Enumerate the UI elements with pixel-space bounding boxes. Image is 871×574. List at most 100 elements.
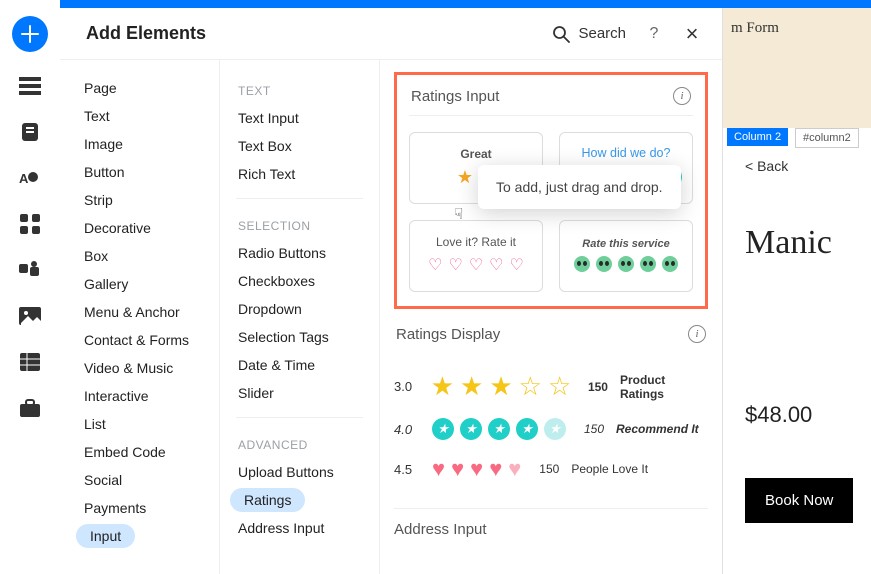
sub-text-box[interactable]: Text Box: [220, 132, 379, 160]
cat-input[interactable]: Input: [76, 524, 135, 548]
cat-page[interactable]: Page: [60, 74, 219, 102]
rating-count: 150: [533, 462, 559, 476]
address-input-title: Address Input: [394, 508, 708, 538]
column-tag[interactable]: Column 2: [727, 128, 788, 146]
book-now-button[interactable]: Book Now: [745, 478, 853, 523]
rail-icon-data[interactable]: [18, 350, 42, 374]
cat-menu-anchor[interactable]: Menu & Anchor: [60, 298, 219, 326]
elements-gallery: Ratings Input i Great ★ ★ To add, just d…: [380, 60, 722, 574]
sub-radio[interactable]: Radio Buttons: [220, 239, 379, 267]
rail-icon-plugins[interactable]: [18, 258, 42, 282]
card-label: Rate this service: [568, 238, 684, 250]
editor-topbar: [60, 0, 871, 8]
score-value: 3.0: [394, 379, 419, 394]
search-label: Search: [578, 25, 626, 42]
star-icon: ★: [488, 418, 510, 440]
cat-video-music[interactable]: Video & Music: [60, 354, 219, 382]
rail-icon-section[interactable]: [18, 74, 42, 98]
search-button[interactable]: Search: [552, 25, 626, 43]
info-icon[interactable]: i: [673, 87, 691, 105]
sub-slider[interactable]: Slider: [220, 379, 379, 407]
column-id[interactable]: #column2: [795, 128, 859, 148]
cat-gallery[interactable]: Gallery: [60, 270, 219, 298]
star-icon: ★: [460, 371, 483, 402]
cat-text[interactable]: Text: [60, 102, 219, 130]
divider: [236, 198, 363, 199]
canvas-preview: m Form Column 2 #column2 < Back Manic $4…: [723, 8, 871, 574]
canvas-column[interactable]: < Back Manic $48.00 Book Now: [723, 128, 871, 574]
cat-contact-forms[interactable]: Contact & Forms: [60, 326, 219, 354]
drag-tooltip: To add, just drag and drop.: [478, 165, 681, 209]
sub-selection-tags[interactable]: Selection Tags: [220, 323, 379, 351]
alien-icon: [618, 256, 634, 272]
cat-decorative[interactable]: Decorative: [60, 214, 219, 242]
heart-half-icon: ♥: [508, 456, 521, 482]
rating-display-row[interactable]: 4.0 ★ ★ ★ ★ ★ 150 Recommend It: [394, 410, 708, 448]
cat-button[interactable]: Button: [60, 158, 219, 186]
group-selection: SELECTION: [220, 209, 379, 239]
rail-icon-media[interactable]: [18, 304, 42, 328]
alien-icon: [640, 256, 656, 272]
cat-list[interactable]: List: [60, 410, 219, 438]
score-value: 4.0: [394, 422, 420, 437]
ratings-display-section: Ratings Display i 3.0 ★ ★ ★ ☆ ☆ 150 Prod…: [394, 323, 708, 538]
alien-icon: [596, 256, 612, 272]
cat-payments[interactable]: Payments: [60, 494, 219, 522]
search-icon: [552, 25, 570, 43]
cat-social[interactable]: Social: [60, 466, 219, 494]
add-elements-panel: Add Elements Search ? × Page Text Image …: [60, 8, 723, 574]
sub-date-time[interactable]: Date & Time: [220, 351, 379, 379]
product-title: Manic: [745, 224, 861, 262]
sub-text-input[interactable]: Text Input: [220, 104, 379, 132]
sub-dropdown[interactable]: Dropdown: [220, 295, 379, 323]
rating-label: Product Ratings: [620, 373, 708, 401]
product-price: $48.00: [745, 402, 861, 428]
help-button[interactable]: ?: [644, 25, 664, 43]
ratings-display-title: Ratings Display: [396, 326, 500, 343]
subcategory-list[interactable]: TEXT Text Input Text Box Rich Text SELEC…: [220, 60, 380, 574]
sub-ratings[interactable]: Ratings: [230, 488, 305, 512]
rail-icon-theme[interactable]: A: [18, 166, 42, 190]
rating-count: 150: [578, 422, 604, 436]
group-advanced: ADVANCED: [220, 428, 379, 458]
sub-address[interactable]: Address Input: [220, 514, 379, 542]
rating-card-great[interactable]: Great ★ ★ To add, just drag and drop. ☟: [409, 132, 543, 204]
back-link[interactable]: < Back: [745, 158, 861, 174]
sub-upload[interactable]: Upload Buttons: [220, 458, 379, 486]
info-icon[interactable]: i: [688, 325, 706, 343]
heart-icon: ♥: [489, 456, 502, 482]
heart-icon: ♡: [448, 255, 462, 275]
rail-icon-business[interactable]: [18, 396, 42, 420]
left-rail: A: [0, 0, 60, 574]
rating-display-row[interactable]: 4.5 ♥ ♥ ♥ ♥ ♥ 150 People Love It: [394, 448, 708, 490]
heart-icon: ♡: [469, 255, 483, 275]
rating-card-ratethis[interactable]: Rate this service: [559, 220, 693, 292]
heart-icon: ♥: [451, 456, 464, 482]
rating-display-row[interactable]: 3.0 ★ ★ ★ ☆ ☆ 150 Product Ratings: [394, 363, 708, 410]
sub-checkboxes[interactable]: Checkboxes: [220, 267, 379, 295]
sub-rich-text[interactable]: Rich Text: [220, 160, 379, 188]
heart-icon: ♥: [432, 456, 445, 482]
star-icon: ★: [431, 371, 454, 402]
star-icon: ★: [457, 167, 473, 188]
alien-icon: [574, 256, 590, 272]
plus-icon: [21, 25, 39, 43]
cat-image[interactable]: Image: [60, 130, 219, 158]
rating-card-loveit[interactable]: Love it? Rate it ♡ ♡ ♡ ♡ ♡: [409, 220, 543, 292]
ratings-input-title: Ratings Input: [411, 88, 499, 105]
rating-count: 150: [583, 380, 608, 394]
alien-icon: [662, 256, 678, 272]
form-label: m Form: [723, 8, 871, 49]
cat-interactive[interactable]: Interactive: [60, 382, 219, 410]
rail-icon-page[interactable]: [18, 120, 42, 144]
star-outline-icon: ☆: [548, 371, 571, 402]
category-list[interactable]: Page Text Image Button Strip Decorative …: [60, 60, 220, 574]
cat-strip[interactable]: Strip: [60, 186, 219, 214]
card-label: Great: [418, 147, 534, 161]
card-label: How did we do?: [568, 146, 684, 160]
cat-embed[interactable]: Embed Code: [60, 438, 219, 466]
cat-box[interactable]: Box: [60, 242, 219, 270]
close-button[interactable]: ×: [682, 21, 702, 47]
rail-icon-apps[interactable]: [18, 212, 42, 236]
add-elements-button[interactable]: [12, 16, 48, 52]
